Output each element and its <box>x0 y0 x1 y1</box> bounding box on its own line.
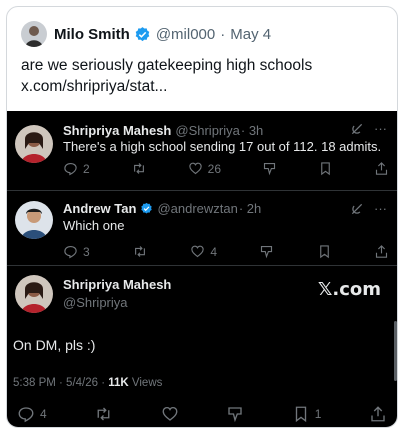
main-tweet-text: On DM, pls :) <box>13 337 96 353</box>
heart-icon <box>162 406 178 421</box>
bookmark-action: 1 <box>292 405 322 423</box>
reply-actions: 2 26 <box>63 161 389 176</box>
reply-author-handle: @Shripriya <box>175 123 240 138</box>
reply-item: Shripriya Mahesh @Shripriya · 3h ··· The… <box>7 111 397 201</box>
like-action: 4 <box>190 244 217 259</box>
author-handle[interactable]: @mil000 <box>156 26 215 43</box>
main-author-name: Shripriya Mahesh <box>63 277 172 292</box>
reply-icon <box>18 407 34 423</box>
reply-action: 3 <box>63 244 90 259</box>
share-action <box>374 244 389 259</box>
share-icon <box>375 162 388 175</box>
more-options-icon: ··· <box>374 121 387 136</box>
bookmark-icon <box>295 406 306 423</box>
repost-action <box>131 161 147 176</box>
reply-menu: ··· <box>350 201 387 216</box>
bookmark-count: 1 <box>314 407 322 421</box>
tweet-text-line: are we seriously gatekeeping high school… <box>21 57 313 74</box>
separator-dot: · <box>220 25 226 43</box>
reply-author-name: Andrew Tan <box>63 201 137 216</box>
reply-text: Which one <box>63 218 125 233</box>
reply-actions: 3 4 <box>63 244 389 259</box>
like-count: 4 <box>210 244 217 259</box>
bookmark-action <box>317 244 332 259</box>
bookmark-icon <box>321 162 330 176</box>
like-action: 26 <box>188 161 221 176</box>
share-action <box>369 405 387 423</box>
like-action <box>161 405 179 423</box>
grok-icon <box>351 123 363 134</box>
reply-author-name: Shripriya Mahesh <box>63 123 172 138</box>
reply-count: 4 <box>40 407 47 421</box>
reply-count: 3 <box>83 244 90 259</box>
reply-action: 2 <box>63 161 90 176</box>
main-author-handle: @Shripriya <box>63 295 128 310</box>
repost-action <box>94 405 113 423</box>
tweet-card[interactable]: Milo Smith @mil000 · May 4 are we seriou… <box>6 6 398 428</box>
more-options-icon: ··· <box>374 201 387 216</box>
author-name[interactable]: Milo Smith <box>54 26 130 43</box>
scrollbar <box>394 321 397 381</box>
bookmark-icon <box>319 245 329 259</box>
tweet-link[interactable]: x.com/shripriya/stat... <box>21 76 385 97</box>
reply-author-handle: @andrewztan <box>157 201 238 216</box>
share-action <box>374 161 389 176</box>
share-icon <box>375 245 387 258</box>
downvote-icon <box>263 162 276 176</box>
views-action <box>262 161 277 176</box>
repost-icon <box>97 407 110 421</box>
like-count: 26 <box>207 161 222 176</box>
views-label: Views <box>128 377 163 389</box>
verified-badge-icon <box>140 202 153 215</box>
reply-text: There's a high school sending 17 out of … <box>63 139 382 154</box>
main-actions: 4 1 <box>17 405 387 423</box>
avatar <box>15 201 53 239</box>
reply-menu: ··· <box>350 121 387 136</box>
embedded-screenshot: Shripriya Mahesh @Shripriya · 3h ··· The… <box>7 111 397 427</box>
verified-badge-icon <box>134 26 151 43</box>
reply-header: Shripriya Mahesh @Shripriya · 3h <box>63 123 263 138</box>
repost-action <box>132 244 148 259</box>
reply-count: 2 <box>83 161 90 176</box>
reply-icon <box>64 162 77 176</box>
avatar <box>15 125 53 163</box>
reply-time: · 2h <box>238 201 262 216</box>
tweet-timestamp: 5:38 PM · 5/4/26 · <box>13 377 109 389</box>
downvote-icon <box>228 407 242 423</box>
grok-icon <box>351 203 363 214</box>
heart-icon <box>191 245 205 258</box>
tweet-header: Milo Smith @mil000 · May 4 <box>21 21 271 47</box>
reply-icon <box>64 245 77 259</box>
reply-action: 4 <box>17 405 47 423</box>
tweet-meta: 5:38 PM · 5/4/26 · 11K Views <box>13 377 162 389</box>
downvote-icon <box>261 245 273 259</box>
reply-header: Andrew Tan @andrewztan · 2h <box>63 201 261 216</box>
repost-icon <box>133 163 144 174</box>
reply-item: Andrew Tan @andrewztan · 2h ··· Which on… <box>7 191 397 281</box>
share-icon <box>371 406 385 422</box>
avatar[interactable] <box>21 21 47 47</box>
views-count: 11K <box>108 377 129 389</box>
downvote-action <box>226 405 244 423</box>
tweet-text: are we seriously gatekeeping high school… <box>21 55 385 97</box>
reply-time: · 3h <box>240 123 264 138</box>
tweet-date[interactable]: May 4 <box>230 26 271 43</box>
bookmark-action <box>318 161 333 176</box>
heart-icon <box>188 162 202 175</box>
views-action <box>259 244 274 259</box>
avatar <box>15 275 53 313</box>
divider <box>7 265 397 266</box>
repost-icon <box>135 246 145 257</box>
x-logo: 𝕏.com <box>317 279 381 300</box>
